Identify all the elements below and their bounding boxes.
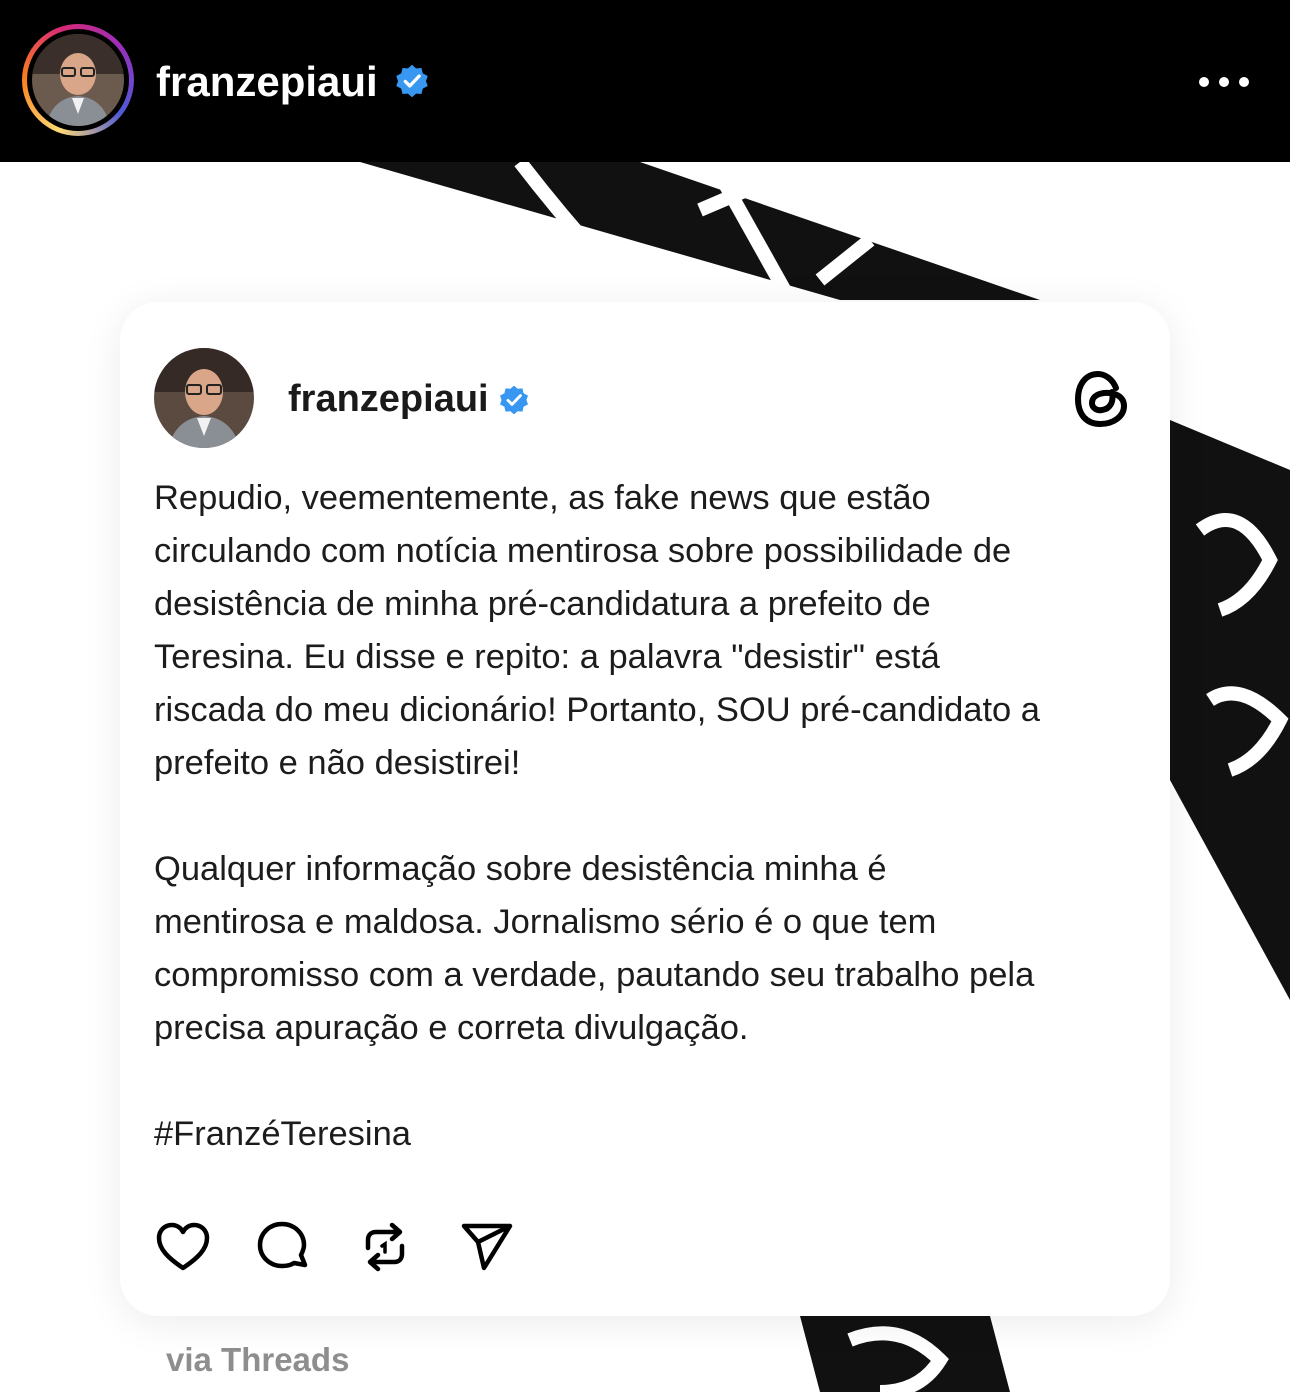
story-avatar[interactable] — [22, 24, 134, 136]
profile-header: franzepiaui — [0, 0, 1290, 162]
post-paragraph-1: Repudio, veementemente, as fake news que… — [154, 479, 1040, 782]
heart-icon[interactable] — [154, 1218, 212, 1276]
via-threads-label[interactable]: via Threads — [166, 1336, 349, 1384]
verified-badge-icon — [396, 64, 428, 98]
verified-badge-icon — [500, 385, 528, 415]
avatar-photo — [32, 34, 124, 126]
post-hashtag[interactable]: #FranzéTeresina — [154, 1108, 1154, 1161]
post-body: Repudio, veementemente, as fake news que… — [154, 472, 1154, 1161]
threads-post-card: franzepiaui Repudio, veementemente, as f… — [120, 302, 1170, 1316]
post-username[interactable]: franzepiaui — [288, 376, 489, 422]
post-paragraph-2: Qualquer informação sobre desistência mi… — [154, 850, 1035, 1047]
post-actions — [154, 1218, 554, 1278]
repost-icon[interactable] — [356, 1218, 414, 1276]
more-horizontal-icon[interactable] — [1196, 66, 1252, 98]
threads-logo-icon[interactable] — [1072, 366, 1132, 432]
comment-icon[interactable] — [254, 1218, 312, 1276]
share-icon[interactable] — [458, 1218, 516, 1276]
avatar[interactable] — [154, 348, 254, 448]
header-username[interactable]: franzepiaui — [156, 56, 378, 108]
